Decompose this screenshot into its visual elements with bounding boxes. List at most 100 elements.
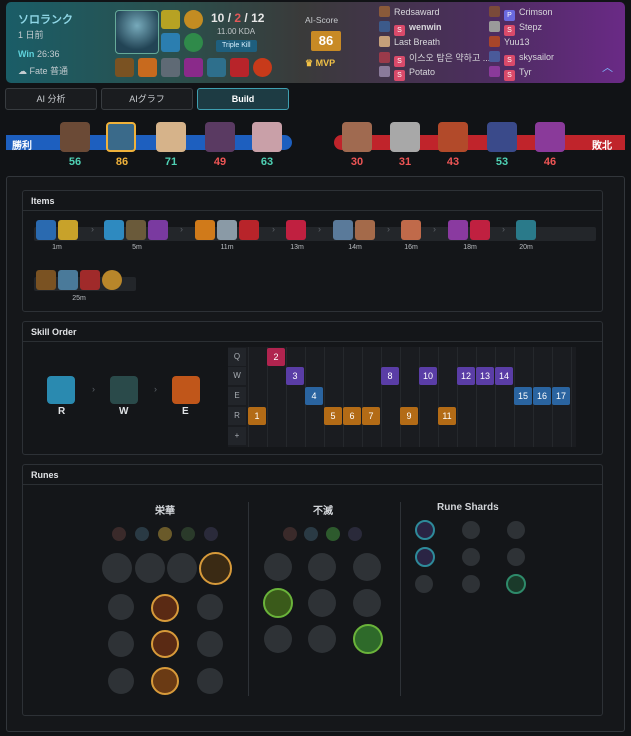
item-icon[interactable] bbox=[36, 270, 56, 290]
rune-option[interactable] bbox=[264, 625, 292, 653]
item-icon[interactable] bbox=[401, 220, 421, 240]
item-icon[interactable] bbox=[36, 220, 56, 240]
rune-option-selected[interactable] bbox=[151, 594, 179, 622]
ally-champion-portrait[interactable] bbox=[252, 122, 282, 152]
enemy-champion-portrait[interactable] bbox=[535, 122, 565, 152]
item-icon[interactable] bbox=[286, 220, 306, 240]
player-row[interactable]: Yuu13 bbox=[489, 36, 530, 49]
rune-keystone-selected[interactable] bbox=[199, 552, 232, 585]
ally-score: 63 bbox=[260, 156, 274, 168]
skill-grid-column bbox=[343, 347, 344, 447]
player-row[interactable]: Sskysailor bbox=[489, 51, 554, 66]
tree-icon[interactable] bbox=[204, 527, 218, 541]
skill-row-label: R bbox=[228, 407, 246, 425]
match-summary-card[interactable]: ソロランク 1 日前 Win 26:36 ☁ Fate 普通 10 / 2 / … bbox=[6, 2, 625, 83]
rune-option[interactable] bbox=[108, 594, 134, 620]
enemy-champion-portrait[interactable] bbox=[342, 122, 372, 152]
rune-option[interactable] bbox=[108, 631, 134, 657]
rune-option[interactable] bbox=[308, 553, 336, 581]
enemy-champion-portrait[interactable] bbox=[487, 122, 517, 152]
tree-icon[interactable] bbox=[158, 527, 172, 541]
item-icon[interactable] bbox=[80, 270, 100, 290]
item-icon[interactable] bbox=[195, 220, 215, 240]
rune-option[interactable] bbox=[108, 668, 134, 694]
ally-champion-portrait[interactable] bbox=[60, 122, 90, 152]
rune-option[interactable] bbox=[353, 589, 381, 617]
item-icon[interactable] bbox=[102, 270, 122, 290]
tree-icon[interactable] bbox=[304, 527, 318, 541]
rune-option[interactable] bbox=[264, 553, 292, 581]
rune-option-selected[interactable] bbox=[263, 588, 293, 618]
skill-grid-column bbox=[286, 347, 287, 447]
tree-icon[interactable] bbox=[135, 527, 149, 541]
rune-keystone[interactable] bbox=[102, 553, 132, 583]
item-icon[interactable] bbox=[148, 220, 168, 240]
skill-row-label: W bbox=[228, 367, 246, 385]
shard-option[interactable] bbox=[462, 521, 480, 539]
chevron-up-icon[interactable]: ︿ bbox=[602, 59, 613, 75]
tree-icon[interactable] bbox=[112, 527, 126, 541]
tab-ai-analysis[interactable]: AI 分析 bbox=[5, 88, 97, 110]
chevron-right-icon: › bbox=[433, 224, 436, 234]
ally-champion-portrait[interactable] bbox=[106, 122, 136, 152]
shard-option[interactable] bbox=[462, 575, 480, 593]
item-icon[interactable] bbox=[126, 220, 146, 240]
shard-option-selected[interactable] bbox=[415, 520, 435, 540]
item-icon[interactable] bbox=[58, 270, 78, 290]
player-row[interactable]: P Crimson bbox=[489, 6, 553, 21]
tree-icon[interactable] bbox=[181, 527, 195, 541]
shard-option[interactable] bbox=[415, 575, 433, 593]
player-row[interactable]: S Tyr bbox=[489, 66, 532, 81]
shard-option[interactable] bbox=[507, 521, 525, 539]
rune-option-selected[interactable] bbox=[151, 667, 179, 695]
item-icon[interactable] bbox=[333, 220, 353, 240]
skill-w-icon[interactable] bbox=[110, 376, 138, 404]
rune-option-selected[interactable] bbox=[353, 624, 383, 654]
tab-ai-graph[interactable]: AIグラフ bbox=[101, 88, 193, 110]
tab-build[interactable]: Build bbox=[197, 88, 289, 110]
ally-champion-portrait[interactable] bbox=[205, 122, 235, 152]
rune-option[interactable] bbox=[308, 589, 336, 617]
shard-option[interactable] bbox=[462, 548, 480, 566]
tree-icon[interactable] bbox=[326, 527, 340, 541]
shard-option[interactable] bbox=[507, 548, 525, 566]
rune-option[interactable] bbox=[308, 625, 336, 653]
item-icon[interactable] bbox=[58, 220, 78, 240]
player-row[interactable]: S Potato bbox=[379, 66, 435, 81]
player-row[interactable]: S 이스오 탑은 약하고 ... bbox=[379, 51, 490, 67]
skill-e-icon[interactable] bbox=[172, 376, 200, 404]
tree-icon[interactable] bbox=[283, 527, 297, 541]
champion-portrait[interactable] bbox=[115, 10, 159, 54]
item-icon[interactable] bbox=[217, 220, 237, 240]
skill-grid-column bbox=[248, 347, 249, 447]
item-icon[interactable] bbox=[104, 220, 124, 240]
player-row[interactable]: S Stepz bbox=[489, 21, 542, 36]
enemy-champion-portrait[interactable] bbox=[390, 122, 420, 152]
item-icon[interactable] bbox=[239, 220, 259, 240]
rune-option-selected[interactable] bbox=[151, 630, 179, 658]
item-icon[interactable] bbox=[448, 220, 468, 240]
player-row[interactable]: Swenwin bbox=[379, 21, 442, 36]
tree-icon[interactable] bbox=[348, 527, 362, 541]
rune-keystone[interactable] bbox=[135, 553, 165, 583]
rune-option[interactable] bbox=[353, 553, 381, 581]
skill-r-icon[interactable] bbox=[47, 376, 75, 404]
item-icon bbox=[115, 58, 134, 77]
skill-level-cell: 6 bbox=[343, 407, 361, 425]
item-icon[interactable] bbox=[516, 220, 536, 240]
player-row[interactable]: Redsaward bbox=[379, 6, 440, 19]
player-row[interactable]: Last Breath bbox=[379, 36, 440, 49]
ally-champion-portrait[interactable] bbox=[156, 122, 186, 152]
enemy-champion-portrait[interactable] bbox=[438, 122, 468, 152]
rune-option[interactable] bbox=[197, 631, 223, 657]
rune-option[interactable] bbox=[197, 668, 223, 694]
divider bbox=[400, 502, 401, 696]
item-icon[interactable] bbox=[355, 220, 375, 240]
chevron-right-icon: › bbox=[272, 224, 275, 234]
shard-option-selected[interactable] bbox=[415, 547, 435, 567]
rune-option[interactable] bbox=[197, 594, 223, 620]
chevron-right-icon: › bbox=[502, 224, 505, 234]
shard-option-selected[interactable] bbox=[506, 574, 526, 594]
item-icon[interactable] bbox=[470, 220, 490, 240]
rune-keystone[interactable] bbox=[167, 553, 197, 583]
